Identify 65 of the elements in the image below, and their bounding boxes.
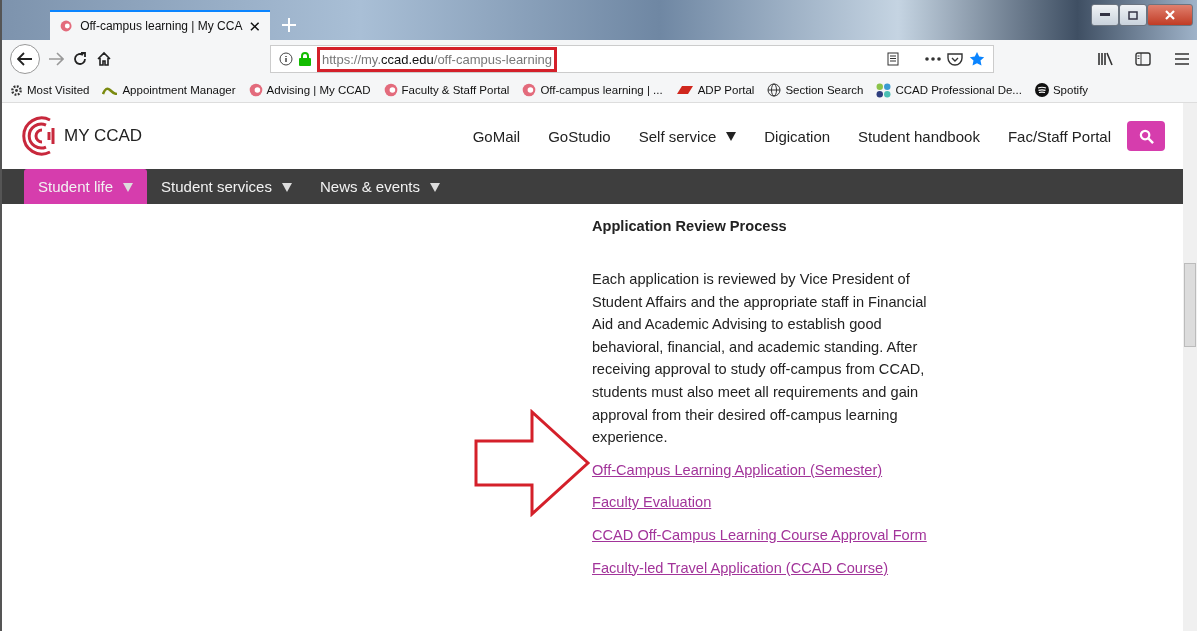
- header-link[interactable]: Digication: [764, 127, 831, 145]
- logo-icon: [248, 83, 263, 97]
- header-link[interactable]: GoStudio: [548, 127, 611, 145]
- globe-icon: [767, 83, 782, 97]
- header-link[interactable]: Student handbook: [858, 127, 980, 145]
- minimize-button[interactable]: [1091, 4, 1119, 26]
- scrollbar[interactable]: [1183, 103, 1197, 631]
- url-text[interactable]: https://my.ccad.edu/off-campus-learning: [317, 46, 558, 72]
- minimize-icon: [1100, 13, 1110, 17]
- menu-icon[interactable]: [1175, 53, 1189, 65]
- close-icon[interactable]: [250, 20, 260, 32]
- maximize-button[interactable]: [1119, 4, 1147, 26]
- gear-icon: [10, 83, 23, 97]
- swoosh-icon: [102, 85, 119, 95]
- reload-icon[interactable]: [72, 51, 88, 67]
- header-link[interactable]: Fac/Staff Portal: [1007, 127, 1111, 145]
- sidebar-icon[interactable]: [1135, 52, 1151, 66]
- nav-tab[interactable]: News & events: [305, 169, 454, 204]
- bookmark-link[interactable]: Off-campus learning | ...: [522, 83, 663, 97]
- reader-view-icon[interactable]: [887, 52, 899, 66]
- logo-icon: [60, 19, 73, 33]
- more-icon[interactable]: [925, 57, 941, 61]
- ccad-logo-icon: [20, 114, 58, 158]
- lock-icon: [299, 52, 311, 66]
- header-link[interactable]: Self service: [638, 127, 737, 145]
- document-link[interactable]: Faculty-led Travel Application (CCAD Course): [592, 556, 937, 580]
- search-icon: [1138, 128, 1154, 144]
- document-link[interactable]: Off-Campus Learning Application (Semester): [592, 458, 937, 482]
- bookmark-link[interactable]: Spotify: [1034, 83, 1089, 97]
- bookmark-link[interactable]: Faculty & Staff Portal: [383, 83, 510, 97]
- pocket-icon[interactable]: [947, 52, 963, 66]
- bookmark-link[interactable]: Appointment Manager: [102, 84, 236, 96]
- back-button[interactable]: [10, 44, 40, 74]
- bookmark-link[interactable]: Most Visited: [10, 83, 90, 97]
- logo-icon: [383, 83, 398, 97]
- bookmark-link[interactable]: Advising | My CCAD: [248, 83, 371, 97]
- close-icon: [1165, 10, 1175, 20]
- address-bar[interactable]: https://my.ccad.edu/off-campus-learning: [270, 45, 994, 73]
- nav-tab[interactable]: Student life: [24, 169, 148, 204]
- nav-tab[interactable]: Student services: [147, 169, 306, 204]
- browser-tab[interactable]: Off-campus learning | My CCA: [50, 10, 270, 40]
- close-button[interactable]: [1147, 4, 1193, 26]
- dots-icon: [876, 82, 892, 98]
- forward-icon[interactable]: [48, 52, 64, 66]
- info-icon[interactable]: [279, 52, 293, 66]
- section-heading: Application Review Process: [592, 218, 788, 234]
- caret-icon: [430, 181, 440, 192]
- header-link[interactable]: GoMail: [472, 127, 521, 145]
- site-logo-text[interactable]: MY CCAD: [64, 126, 143, 146]
- caret-icon: [123, 181, 134, 192]
- body-paragraph: Each application is reviewed by Vice President of Student Affairs and the appropriate staff in Financial Aid and Academic Advising to establish good behavioral, financial, and academic standing. After receiving approval to study off-campus from CCAD, students must also meet all requirements and gain approval from their desired off-campus learning experience.: [592, 270, 928, 448]
- caret-icon: [281, 181, 292, 192]
- caret-icon: [726, 131, 737, 141]
- back-arrow-icon: [17, 52, 33, 66]
- library-icon[interactable]: [1097, 52, 1113, 66]
- document-link[interactable]: Faculty Evaluation: [592, 491, 937, 514]
- star-icon[interactable]: [969, 51, 985, 67]
- bookmark-link[interactable]: Section Search: [767, 83, 864, 97]
- bookmark-link[interactable]: CCAD Professional De...: [876, 82, 1022, 98]
- bookmark-link[interactable]: ADP Portal: [675, 84, 755, 96]
- search-button[interactable]: [1127, 121, 1165, 151]
- document-link[interactable]: CCAD Off-Campus Learning Course Approval Form: [592, 523, 937, 547]
- logo-icon: [522, 83, 537, 97]
- maximize-icon: [1128, 10, 1138, 20]
- home-icon[interactable]: [96, 51, 112, 67]
